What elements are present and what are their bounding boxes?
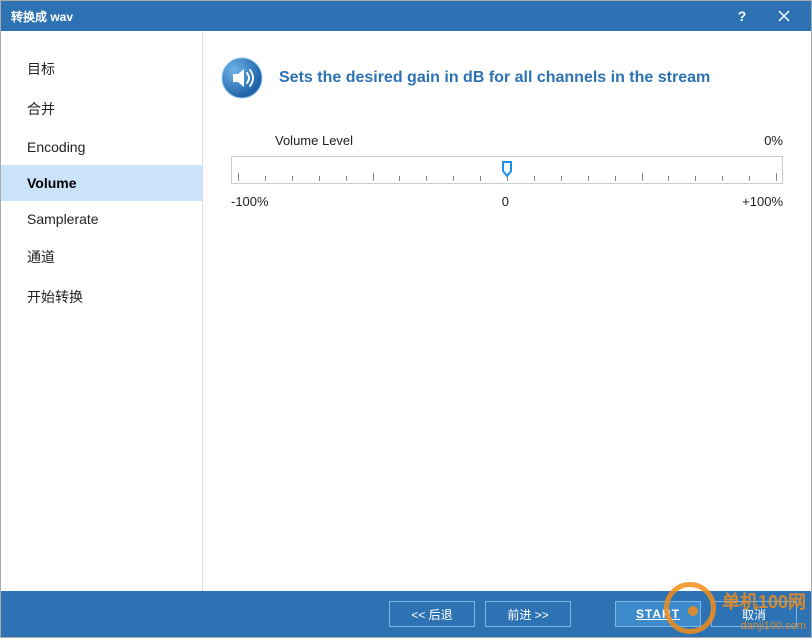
main-area: 目标合并EncodingVolumeSamplerate通道开始转换 <box>1 31 811 591</box>
close-icon <box>778 10 790 22</box>
sidebar-item-6[interactable]: 开始转换 <box>1 277 202 317</box>
sidebar-item-0[interactable]: 目标 <box>1 49 202 89</box>
slider-range-labels: -100% 0 +100% <box>231 188 783 209</box>
slider-center-label: 0 <box>502 194 509 209</box>
sidebar-item-3[interactable]: Volume <box>1 165 202 201</box>
content-header: Sets the desired gain in dB for all chan… <box>221 57 783 99</box>
sidebar-item-2[interactable]: Encoding <box>1 129 202 165</box>
titlebar: 转换成 wav ? <box>1 1 811 31</box>
volume-slider[interactable] <box>231 156 783 184</box>
back-button[interactable]: << 后退 <box>389 601 475 627</box>
slider-container: -100% 0 +100% <box>221 156 783 209</box>
volume-icon <box>221 57 263 99</box>
forward-button[interactable]: 前进 >> <box>485 601 571 627</box>
sidebar-item-4[interactable]: Samplerate <box>1 201 202 237</box>
field-row: Volume Level 0% <box>221 133 783 156</box>
footer: << 后退 前进 >> START 取消 单机100网 danji100.com <box>1 591 811 637</box>
slider-max-label: +100% <box>742 194 783 209</box>
sidebar: 目标合并EncodingVolumeSamplerate通道开始转换 <box>1 31 203 591</box>
field-label: Volume Level <box>275 133 353 148</box>
content-panel: Sets the desired gain in dB for all chan… <box>203 31 811 591</box>
sidebar-item-1[interactable]: 合并 <box>1 89 202 129</box>
field-value: 0% <box>764 133 783 148</box>
page-heading: Sets the desired gain in dB for all chan… <box>279 69 710 87</box>
start-button[interactable]: START <box>615 601 701 627</box>
close-button[interactable] <box>763 1 805 31</box>
help-button[interactable]: ? <box>721 1 763 31</box>
window-title: 转换成 wav <box>11 8 721 25</box>
slider-thumb[interactable] <box>502 161 512 177</box>
cancel-button[interactable]: 取消 <box>711 601 797 627</box>
slider-min-label: -100% <box>231 194 269 209</box>
sidebar-item-5[interactable]: 通道 <box>1 237 202 277</box>
